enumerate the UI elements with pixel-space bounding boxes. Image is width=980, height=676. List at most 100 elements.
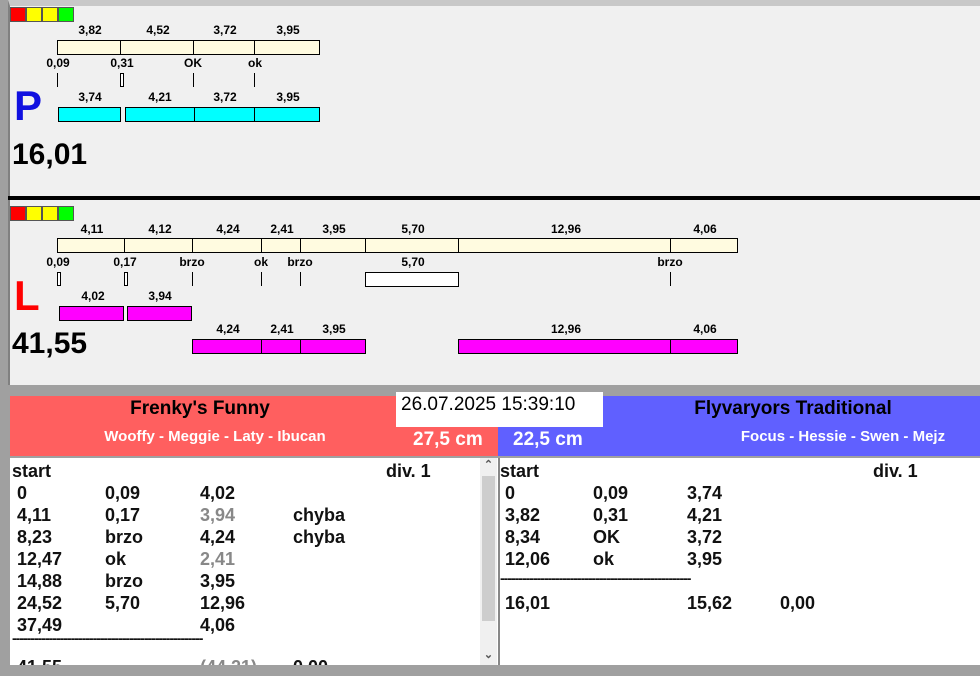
segment-label: 3,74 bbox=[78, 90, 102, 104]
left-results-list[interactable]: start div. 1 0 0,09 4,02 4,11 0,17 3,94 chyba 8… bbox=[10, 458, 498, 665]
track-letter-p: P bbox=[14, 82, 43, 129]
table-cell: 0,17 bbox=[105, 505, 141, 525]
total-p: 16,01 bbox=[12, 138, 88, 171]
mark-label: brzo bbox=[179, 255, 205, 269]
segment-label: 4,24 bbox=[216, 222, 240, 236]
tick-mark bbox=[670, 272, 671, 286]
segment-label: 4,52 bbox=[146, 23, 170, 37]
total-l: 41,55 bbox=[12, 327, 88, 360]
segment-label: 2,41 bbox=[270, 222, 294, 236]
table-cell: 3,95 bbox=[200, 571, 236, 591]
right-results-list[interactable]: start div. 1 0 0,09 3,74 3,82 0,31 4,21 8,34 OK… bbox=[498, 458, 980, 665]
table-cell: 8,34 bbox=[505, 527, 541, 547]
tick-box bbox=[57, 272, 61, 286]
tick-mark bbox=[254, 73, 255, 87]
segment-bar bbox=[261, 339, 301, 354]
total-cell: 16,01 bbox=[505, 593, 551, 613]
timestamp: 26.07.2025 15:39:10 bbox=[396, 392, 603, 427]
table-cell: 12,96 bbox=[200, 593, 246, 613]
mark-label: 0,09 bbox=[46, 56, 70, 70]
table-cell: 4,21 bbox=[687, 505, 723, 525]
start-label: start bbox=[500, 461, 540, 481]
yellow-light-icon bbox=[26, 7, 42, 22]
segment-bar bbox=[254, 40, 320, 55]
team-members: Focus - Hessie - Swen - Mejz bbox=[740, 428, 946, 445]
segment-label: 12,96 bbox=[550, 222, 582, 236]
scroll-down-icon[interactable]: ⌄ bbox=[480, 648, 497, 664]
table-cell: 24,52 bbox=[17, 593, 63, 613]
mark-label: OK bbox=[184, 56, 202, 70]
table-cell: 14,88 bbox=[17, 571, 63, 591]
tick-box bbox=[120, 73, 124, 87]
separator: ----------------------------------------… bbox=[500, 570, 691, 586]
table-cell: 5,70 bbox=[105, 593, 141, 613]
mark-label: brzo bbox=[287, 255, 313, 269]
table-cell: 2,41 bbox=[200, 549, 236, 569]
team-name: Frenky's Funny bbox=[130, 398, 270, 419]
tick-mark bbox=[193, 73, 194, 87]
segment-label: 3,72 bbox=[213, 90, 237, 104]
segment-label: 3,72 bbox=[213, 23, 237, 37]
table-cell: 3,94 bbox=[200, 505, 236, 525]
segment-label: 3,82 bbox=[78, 23, 102, 37]
yellow-light-icon bbox=[42, 206, 58, 221]
segment-bar bbox=[120, 40, 194, 55]
yellow-light-icon bbox=[42, 7, 58, 22]
table-cell: chyba bbox=[293, 527, 346, 547]
tick-mark bbox=[261, 272, 262, 286]
segment-bar bbox=[458, 238, 671, 253]
segment-label: 3,95 bbox=[322, 322, 346, 336]
tick-mark bbox=[300, 272, 301, 286]
table-cell: 8,23 bbox=[17, 527, 53, 547]
table-cell: ok bbox=[593, 549, 615, 569]
segment-bar bbox=[127, 306, 192, 321]
table-cell: 0,09 bbox=[105, 483, 141, 503]
mark-label: 0,09 bbox=[46, 255, 70, 269]
segment-label: 4,06 bbox=[693, 322, 717, 336]
start-label: start bbox=[12, 461, 52, 481]
green-light-icon bbox=[58, 206, 74, 221]
table-cell: 3,95 bbox=[687, 549, 723, 569]
segment-bar bbox=[192, 238, 262, 253]
team-height: 22,5 cm bbox=[513, 429, 583, 450]
mark-label: ok bbox=[253, 255, 269, 269]
segment-label: 3,95 bbox=[276, 23, 300, 37]
table-cell: brzo bbox=[105, 527, 143, 547]
segment-bar bbox=[365, 238, 459, 253]
segment-bar bbox=[300, 238, 366, 253]
segment-label: 5,70 bbox=[401, 222, 425, 236]
segment-label: 2,41 bbox=[270, 322, 294, 336]
mark-label: brzo bbox=[657, 255, 683, 269]
track-letter-l: L bbox=[14, 272, 40, 319]
segment-bar bbox=[261, 238, 301, 253]
segment-label: 4,06 bbox=[693, 222, 717, 236]
segment-bar bbox=[57, 40, 121, 55]
segment-label: 3,95 bbox=[276, 90, 300, 104]
team-members: Wooffy - Meggie - Laty - Ibucan bbox=[104, 428, 326, 445]
table-cell: ok bbox=[105, 549, 127, 569]
segment-label: 4,02 bbox=[81, 289, 105, 303]
segment-bar bbox=[125, 107, 195, 122]
segment-bar bbox=[670, 238, 738, 253]
track-panel-p: 3,82 4,52 3,72 3,95 0,09 0,31 OK ok P 3,… bbox=[8, 0, 980, 196]
white-segment-box bbox=[365, 272, 459, 287]
division-label: div. 1 bbox=[386, 461, 431, 481]
table-cell: 3,82 bbox=[505, 505, 541, 525]
scroll-up-icon[interactable]: ⌃ bbox=[480, 458, 497, 474]
scrollbar-thumb[interactable] bbox=[482, 476, 495, 621]
table-cell: 4,24 bbox=[200, 527, 236, 547]
table-cell: 3,74 bbox=[687, 483, 723, 503]
segment-label: 3,94 bbox=[148, 289, 172, 303]
table-cell: 4,02 bbox=[200, 483, 236, 503]
mark-label: 0,31 bbox=[110, 56, 134, 70]
segment-label: 12,96 bbox=[550, 322, 582, 336]
scrollbar[interactable]: ⌃ ⌄ bbox=[480, 458, 497, 665]
table-cell: 4,06 bbox=[200, 615, 236, 635]
table-cell: brzo bbox=[105, 571, 143, 591]
table-cell: chyba bbox=[293, 505, 346, 525]
table-cell: 0 bbox=[17, 483, 28, 503]
table-cell: 0,31 bbox=[593, 505, 629, 525]
segment-bar bbox=[254, 107, 320, 122]
segment-bar bbox=[58, 107, 121, 122]
tick-mark bbox=[57, 73, 58, 87]
